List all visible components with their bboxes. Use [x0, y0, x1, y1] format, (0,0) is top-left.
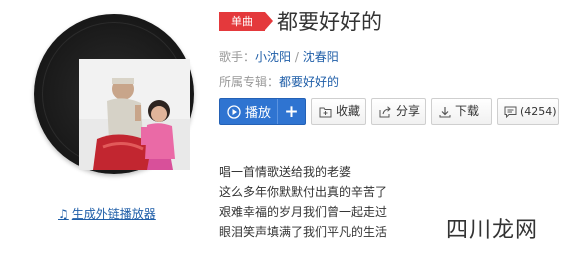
play-icon [227, 104, 241, 119]
comment-count: (4254) [520, 105, 557, 118]
site-watermark: 四川龙网 [446, 218, 539, 243]
album-row: 所属专辑：都要好好的 [219, 73, 339, 90]
external-link-label[interactable]: 生成外链播放器 [72, 207, 156, 221]
singer-link-1[interactable]: 小沈阳 [255, 50, 291, 64]
lyric-line-4: 眼泪笑声填满了我们平凡的生活 [219, 225, 388, 239]
comments-button[interactable]: (4254) [497, 98, 559, 125]
album-cover [79, 59, 190, 170]
singer-separator: / [291, 50, 303, 64]
album-link[interactable]: 都要好好的 [279, 75, 339, 89]
download-button[interactable]: 下载 [431, 98, 492, 125]
play-label: 播放 [245, 106, 272, 121]
share-icon [379, 105, 392, 118]
collect-button[interactable]: 收藏 [311, 98, 366, 125]
album-disc [34, 14, 194, 174]
generate-external-player-link[interactable]: ♫ 生成外链播放器 [58, 205, 156, 222]
play-button[interactable]: 播放 [220, 99, 277, 124]
add-to-playlist-button[interactable]: + [277, 99, 305, 124]
folder-plus-icon [319, 106, 332, 118]
lyric-line-2: 这么多年你默默付出真的辛苦了 [219, 185, 388, 199]
lyric-line-3: 艰难幸福的岁月我们曾一起走过 [219, 205, 388, 219]
singer-row: 歌手：小沈阳 / 沈春阳 [219, 48, 339, 65]
singer-label: 歌手： [219, 50, 256, 64]
album-cover-photo [79, 59, 190, 170]
lyric-line-1: 唱一首情歌送给我的老婆 [219, 165, 352, 179]
download-label: 下载 [455, 104, 480, 118]
share-label: 分享 [396, 104, 421, 118]
download-icon [439, 106, 451, 118]
single-tag-badge: 单曲 [219, 12, 273, 31]
album-label: 所属专辑： [219, 75, 280, 89]
music-note-icon: ♫ [58, 207, 69, 221]
comment-icon [504, 106, 517, 118]
play-button-group: 播放 + [219, 98, 306, 125]
song-title: 都要好好的 [277, 10, 382, 34]
singer-link-2[interactable]: 沈春阳 [303, 50, 339, 64]
collect-label: 收藏 [336, 104, 361, 118]
share-button[interactable]: 分享 [371, 98, 426, 125]
